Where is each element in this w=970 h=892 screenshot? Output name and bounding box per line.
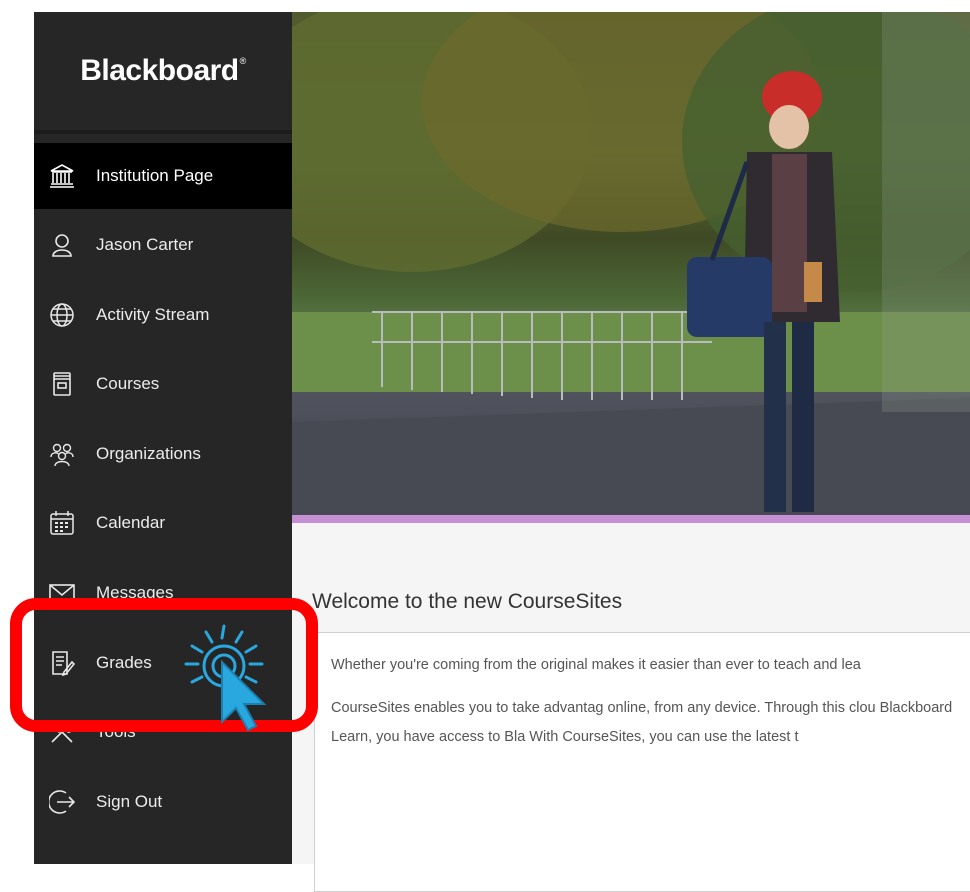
welcome-text-box: Whether you're coming from the original … — [314, 632, 970, 892]
institution-icon — [48, 162, 76, 190]
grades-icon — [48, 649, 76, 677]
sidebar-item-label: Messages — [96, 583, 174, 602]
sidebar-item-courses[interactable]: Courses — [34, 351, 292, 417]
brand-logo: Blackboard ® — [34, 12, 292, 134]
courses-icon — [48, 370, 76, 398]
welcome-title: Welcome to the new CourseSites — [312, 590, 623, 613]
hero-accent-bar — [292, 515, 970, 523]
user-icon — [48, 231, 76, 259]
tools-icon — [48, 718, 76, 746]
sidebar-item-label: Jason Carter — [96, 235, 194, 254]
sidebar-item-label: Courses — [96, 374, 160, 393]
welcome-paragraph: CourseSites enables you to take advantag… — [331, 700, 953, 745]
sidebar-item-grades[interactable]: Grades — [34, 630, 292, 696]
sidebar-item-profile[interactable]: Jason Carter — [34, 212, 292, 278]
sidebar-item-calendar[interactable]: Calendar — [34, 490, 292, 556]
sidebar-item-label: Grades — [96, 653, 152, 672]
sidebar-item-label: Activity Stream — [96, 305, 210, 324]
sidebar-item-label: Organizations — [96, 444, 201, 463]
sidebar-item-label: Institution Page — [96, 166, 214, 185]
welcome-paragraph: Whether you're coming from the original … — [331, 657, 861, 673]
sidebar-item-messages[interactable]: Messages — [34, 560, 292, 626]
sidebar-item-organizations[interactable]: Organizations — [34, 421, 292, 487]
hero-image — [292, 12, 970, 515]
sidebar: Blackboard ® Institution Page Jason Carte… — [34, 12, 292, 864]
sidebar-item-institution-page[interactable]: Institution Page — [34, 143, 292, 209]
sidebar-item-label: Tools — [96, 722, 136, 741]
sidebar-item-sign-out[interactable]: Sign Out — [34, 769, 292, 835]
sidebar-item-label: Sign Out — [96, 792, 163, 811]
calendar-icon — [48, 509, 76, 537]
sign-out-icon — [48, 788, 76, 816]
globe-icon — [48, 301, 76, 329]
sidebar-item-activity-stream[interactable]: Activity Stream — [34, 282, 292, 348]
hero-photo-illustration — [292, 12, 970, 515]
envelope-icon — [48, 579, 76, 607]
sidebar-item-tools[interactable]: Tools — [34, 699, 292, 765]
organizations-icon — [48, 440, 76, 468]
sidebar-item-label: Calendar — [96, 513, 165, 532]
